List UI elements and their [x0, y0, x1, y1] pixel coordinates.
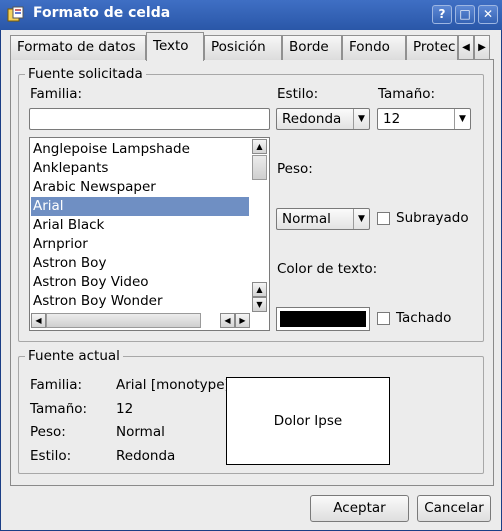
- font-list-item[interactable]: Astron Boy Wonder: [31, 292, 249, 311]
- style-label: Estilo:: [277, 86, 319, 102]
- tab-formato-de-datos[interactable]: Formato de datos: [10, 35, 146, 60]
- size-combo-value: 12: [383, 111, 401, 127]
- tab-fondo[interactable]: Fondo: [342, 35, 406, 60]
- current-family-value: Arial [monotype]: [116, 377, 230, 393]
- style-combo[interactable]: Redonda ▼: [276, 108, 370, 130]
- scroll-left-icon[interactable]: ◀: [31, 313, 46, 328]
- chevron-down-icon: ▼: [454, 109, 470, 129]
- maximize-button[interactable]: □: [455, 5, 475, 24]
- tab-label: Fondo: [349, 39, 390, 55]
- horizontal-scroll-thumb[interactable]: [46, 313, 201, 328]
- family-input[interactable]: [29, 108, 270, 130]
- scroll-up-icon[interactable]: ▲: [252, 282, 267, 297]
- font-list-item[interactable]: Arabic Newspaper: [31, 178, 249, 197]
- size-label: Tamaño:: [378, 86, 436, 102]
- current-weight-label: Peso:: [30, 424, 66, 440]
- weight-combo-value: Normal: [282, 211, 331, 227]
- help-button[interactable]: ?: [432, 5, 452, 24]
- font-list-item[interactable]: Anklepants: [31, 159, 249, 178]
- font-list-item[interactable]: Astron Boy: [31, 254, 249, 273]
- strikethrough-checkbox[interactable]: [377, 312, 390, 325]
- font-list-item[interactable]: Anglepoise Lampshade: [31, 140, 249, 159]
- font-list-item[interactable]: Arial Black: [31, 216, 249, 235]
- window-title: Formato de celda: [33, 5, 171, 21]
- current-size-label: Tamaño:: [30, 401, 88, 417]
- vertical-scroll-thumb[interactable]: [252, 155, 267, 180]
- current-family-label: Familia:: [30, 377, 83, 393]
- size-combo[interactable]: 12 ▼: [377, 108, 471, 130]
- strikethrough-label: Tachado: [396, 310, 452, 326]
- preview-text: Dolor Ipse: [273, 413, 343, 429]
- font-list-item[interactable]: Arnprior: [31, 235, 249, 254]
- cancel-button[interactable]: Cancelar: [417, 495, 491, 522]
- current-font-title: Fuente actual: [25, 348, 123, 364]
- scroll-right-icon[interactable]: ▶: [235, 313, 250, 328]
- tab-label: Formato de datos: [17, 39, 136, 55]
- font-list-item[interactable]: Astron Boy Video: [31, 273, 249, 292]
- tab-borde[interactable]: Borde: [282, 35, 342, 60]
- chevron-down-icon: ▼: [353, 209, 369, 229]
- scroll-up-icon[interactable]: ▲: [252, 139, 267, 154]
- tab-scroll-left-icon[interactable]: ◀: [458, 35, 474, 60]
- weight-combo[interactable]: Normal ▼: [276, 208, 370, 230]
- chevron-down-icon: ▼: [353, 109, 369, 129]
- weight-label: Peso:: [277, 161, 313, 177]
- scroll-down-icon[interactable]: ▼: [252, 297, 267, 312]
- tab-posicion[interactable]: Posición: [204, 35, 282, 60]
- tab-texto[interactable]: Texto: [146, 32, 204, 61]
- tab-label: Borde: [289, 39, 329, 55]
- requested-font-title: Fuente solicitada: [25, 66, 146, 82]
- text-color-button[interactable]: [276, 307, 370, 331]
- current-size-value: 12: [116, 401, 134, 417]
- font-list-item[interactable]: Arial: [31, 197, 249, 216]
- text-color-label: Color de texto:: [277, 261, 378, 277]
- current-style-value: Redonda: [116, 448, 176, 464]
- tab-scroll-right-icon[interactable]: ▶: [474, 35, 490, 60]
- family-label: Familia:: [30, 86, 83, 102]
- underline-label: Subrayado: [396, 210, 469, 226]
- tab-label: Posición: [211, 39, 266, 55]
- text-color-swatch: [280, 311, 366, 327]
- ok-button[interactable]: Aceptar: [310, 495, 409, 522]
- current-style-label: Estilo:: [30, 448, 72, 464]
- tab-label: Protec: [413, 39, 456, 55]
- current-weight-value: Normal: [116, 424, 165, 440]
- style-combo-value: Redonda: [282, 111, 342, 127]
- underline-checkbox[interactable]: [377, 212, 390, 225]
- close-button[interactable]: ✕: [478, 5, 498, 24]
- app-icon: [7, 6, 24, 22]
- tab-proteccion[interactable]: Protec: [406, 35, 458, 60]
- scroll-left-icon[interactable]: ◀: [220, 313, 235, 328]
- tab-label: Texto: [153, 38, 189, 54]
